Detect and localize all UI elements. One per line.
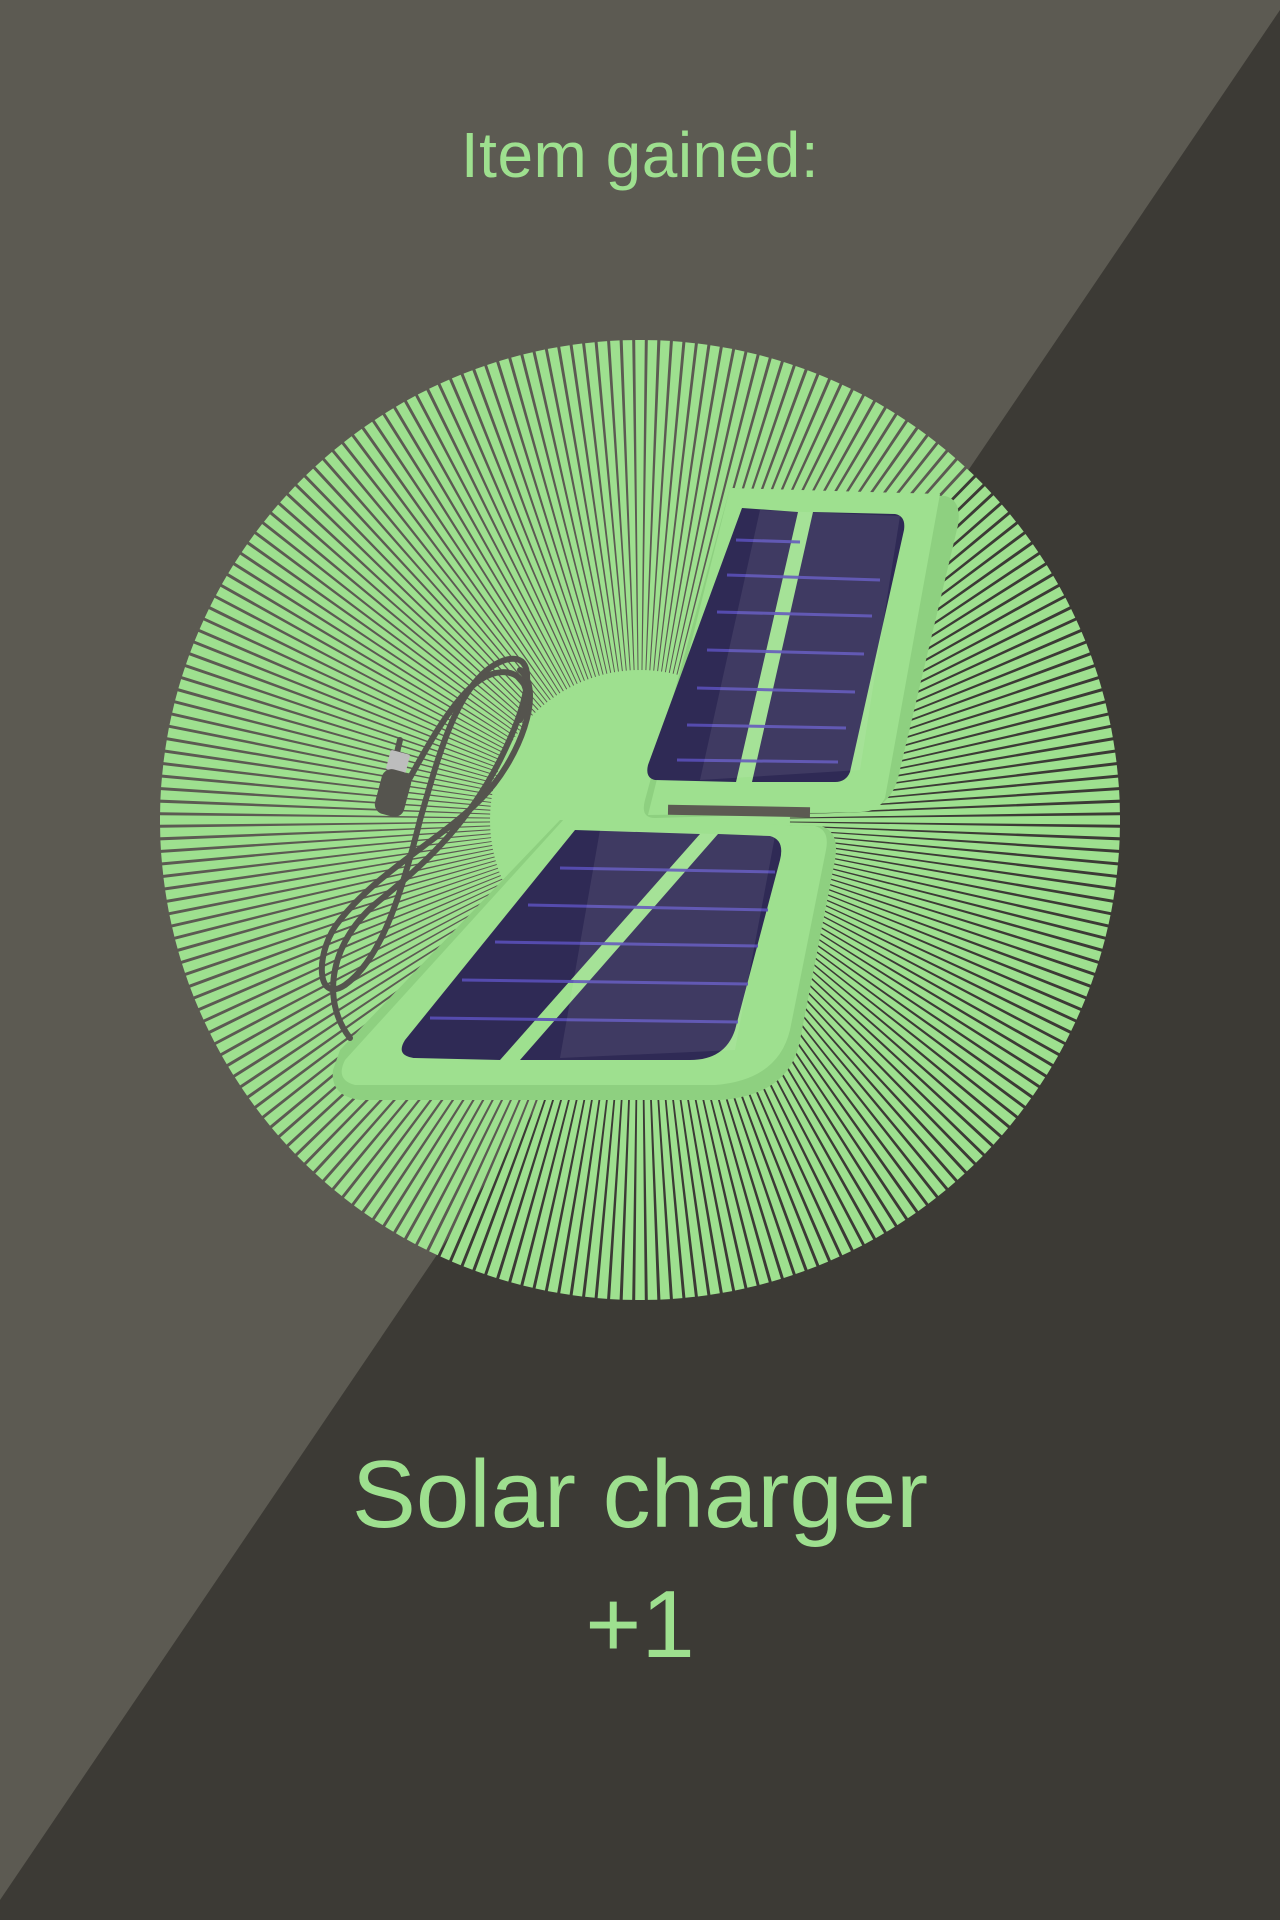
- item-quantity: +1: [585, 1571, 695, 1678]
- sunburst-rays: [160, 340, 1120, 1300]
- item-name: Solar charger: [351, 1441, 929, 1548]
